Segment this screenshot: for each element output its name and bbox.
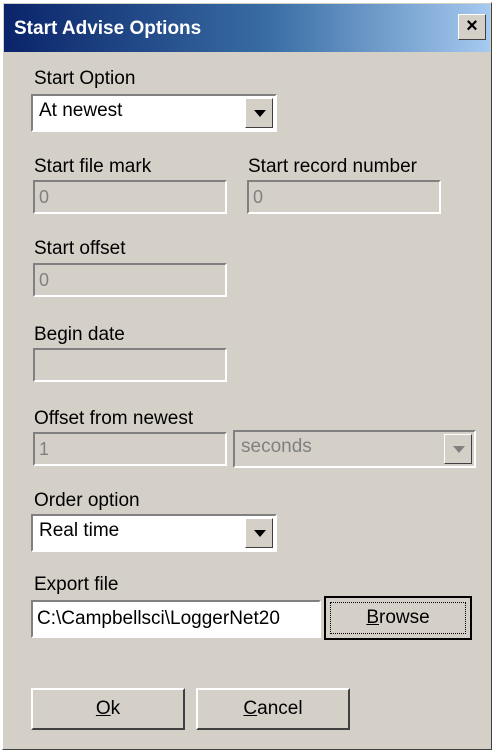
start-option-dropdown-button[interactable]	[245, 98, 273, 128]
title-bar[interactable]: Start Advise Options ×	[4, 4, 490, 52]
chevron-down-icon	[254, 110, 266, 117]
start-option-value: At newest	[39, 100, 123, 121]
offset-unit-dropdown-button[interactable]	[444, 434, 472, 464]
export-file-field[interactable]: C:\Campbellsci\LoggerNet20	[31, 600, 321, 638]
export-file-label: Export file	[34, 574, 119, 595]
order-option-select[interactable]: Real time	[31, 514, 277, 552]
browse-button[interactable]: Browse	[324, 596, 472, 640]
start-option-select[interactable]: At newest	[31, 94, 277, 132]
order-option-value: Real time	[39, 520, 120, 541]
dialog-title: Start Advise Options	[14, 18, 202, 39]
start-record-number-label: Start record number	[248, 156, 417, 177]
ok-mnemonic: O	[95, 698, 111, 719]
begin-date-label: Begin date	[34, 324, 125, 345]
offset-from-newest-field[interactable]: 1	[33, 432, 227, 466]
cancel-button[interactable]: Cancel	[196, 688, 350, 730]
begin-date-field[interactable]	[33, 348, 227, 382]
start-record-number-field[interactable]: 0	[247, 180, 441, 214]
ok-label: k	[110, 698, 121, 719]
order-option-label: Order option	[34, 490, 140, 511]
offset-unit-select[interactable]: seconds	[233, 430, 476, 468]
chevron-down-icon	[453, 446, 465, 453]
cancel-label: ancel	[257, 698, 303, 719]
ok-button[interactable]: Ok	[31, 688, 185, 730]
focus-indicator	[330, 602, 466, 634]
cancel-mnemonic: C	[243, 698, 258, 719]
start-offset-label: Start offset	[34, 238, 126, 259]
start-file-mark-label: Start file mark	[34, 156, 152, 177]
start-file-mark-field[interactable]: 0	[33, 180, 227, 214]
close-icon: ×	[466, 15, 478, 37]
start-offset-field[interactable]: 0	[33, 263, 227, 297]
start-option-label: Start Option	[34, 68, 136, 89]
order-option-dropdown-button[interactable]	[245, 518, 273, 548]
offset-unit-value: seconds	[241, 436, 312, 457]
chevron-down-icon	[254, 530, 266, 537]
offset-from-newest-label: Offset from newest	[34, 408, 194, 429]
close-button[interactable]: ×	[458, 14, 486, 40]
